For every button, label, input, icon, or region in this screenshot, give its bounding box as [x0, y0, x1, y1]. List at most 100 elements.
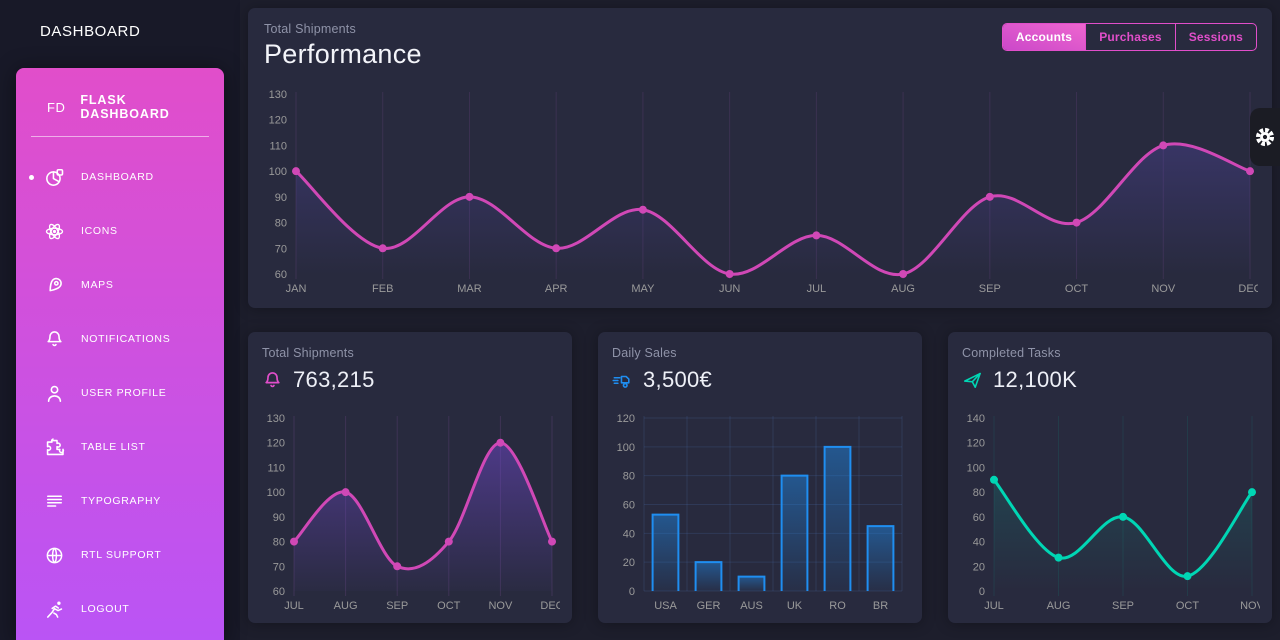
svg-text:JAN: JAN: [286, 283, 307, 295]
bell-icon: [44, 329, 65, 350]
navbar-brand[interactable]: DASHBOARD: [40, 23, 140, 40]
svg-text:JUN: JUN: [719, 283, 740, 295]
svg-text:RO: RO: [829, 600, 846, 612]
paper-plane-icon: [962, 370, 983, 391]
tab-accounts[interactable]: Accounts: [1002, 24, 1086, 50]
sidebar-item-icons[interactable]: ICONS: [16, 204, 224, 258]
completed-tasks-chart: 0 20 40 60 80 100 120 140 JUL AUG SEP OCT NOV: [960, 410, 1265, 615]
svg-text:OCT: OCT: [437, 600, 461, 612]
svg-text:140: 140: [967, 413, 985, 425]
sidebar-item-dashboard[interactable]: DASHBOARD: [16, 150, 224, 204]
svg-text:NOV: NOV: [1151, 283, 1176, 295]
daily-sales-chart: 0 20 40 60 80 100 120 USA GER AUS UK RO BR: [610, 410, 910, 615]
svg-text:90: 90: [273, 512, 285, 524]
performance-chart: 60 70 80 90 100 110 120 130 JAN FEB MAR APR MAY JUN JU…: [262, 86, 1262, 298]
main-content: Total Shipments Performance Accounts Purc…: [240, 0, 1280, 640]
svg-text:70: 70: [275, 243, 287, 255]
svg-text:60: 60: [273, 586, 285, 598]
delivery-fast-icon: [612, 370, 633, 391]
stat-card-title: Completed Tasks: [962, 346, 1061, 360]
performance-tab-group: Accounts Purchases Sessions: [1001, 23, 1257, 51]
completed-tasks-card: Completed Tasks 12,100K 0 20 40 60 80 100 120 1…: [948, 332, 1272, 623]
active-indicator-dot: [29, 174, 34, 180]
svg-text:120: 120: [967, 438, 985, 450]
svg-text:90: 90: [275, 192, 287, 204]
svg-text:OCT: OCT: [1176, 600, 1200, 612]
gear-icon: [1254, 126, 1276, 148]
stat-card-title: Daily Sales: [612, 346, 677, 360]
svg-text:UK: UK: [787, 600, 803, 612]
performance-card: Total Shipments Performance Accounts Purc…: [248, 8, 1272, 308]
sidebar-item-label: TABLE LIST: [81, 441, 146, 453]
sidebar-item-notifications[interactable]: NOTIFICATIONS: [16, 312, 224, 366]
sidebar-item-label: MAPS: [81, 279, 114, 291]
sidebar-item-logout[interactable]: LOGOUT: [16, 582, 224, 636]
sidebar: FD FLASK DASHBOARD DASHBOARD ICONS MAPS NOT…: [16, 68, 224, 640]
svg-text:MAY: MAY: [631, 283, 655, 295]
svg-text:NOV: NOV: [488, 600, 513, 612]
svg-text:110: 110: [269, 140, 287, 152]
svg-text:SEP: SEP: [386, 600, 408, 612]
svg-text:120: 120: [269, 115, 287, 127]
atom-icon: [44, 221, 65, 242]
tab-sessions[interactable]: Sessions: [1174, 24, 1256, 50]
stat-value: 763,215: [293, 367, 375, 392]
svg-text:60: 60: [275, 269, 287, 281]
sidebar-item-label: NOTIFICATIONS: [81, 333, 171, 345]
sidebar-item-typography[interactable]: TYPOGRAPHY: [16, 474, 224, 528]
sidebar-item-maps[interactable]: MAPS: [16, 258, 224, 312]
sidebar-item-label: LOGOUT: [81, 603, 130, 615]
sidebar-logo-initials[interactable]: FD: [47, 100, 65, 115]
svg-text:120: 120: [617, 413, 635, 425]
svg-text:130: 130: [269, 89, 287, 101]
stat-card-title: Total Shipments: [262, 346, 354, 360]
sidebar-header: FD FLASK DASHBOARD: [16, 68, 224, 136]
stat-cards-row: Total Shipments 763,215 60 70 80 90 100 110 12…: [248, 332, 1272, 623]
svg-text:80: 80: [623, 471, 635, 483]
sidebar-item-rtl-support[interactable]: RTL SUPPORT: [16, 528, 224, 582]
svg-text:APR: APR: [545, 283, 568, 295]
sidebar-logo-text[interactable]: FLASK DASHBOARD: [80, 93, 208, 121]
svg-text:SEP: SEP: [979, 283, 1001, 295]
svg-text:JUL: JUL: [807, 283, 827, 295]
svg-text:80: 80: [273, 537, 285, 549]
svg-text:0: 0: [979, 586, 985, 598]
svg-text:BR: BR: [873, 600, 888, 612]
svg-text:20: 20: [623, 557, 635, 569]
daily-sales-card: Daily Sales 3,500€ 0 20 40 60 80 100 120 USA GER…: [598, 332, 922, 623]
svg-text:AUG: AUG: [1047, 600, 1071, 612]
svg-text:0: 0: [629, 586, 635, 598]
pin-icon: [44, 275, 65, 296]
svg-text:JUL: JUL: [284, 600, 304, 612]
sidebar-item-table-list[interactable]: TABLE LIST: [16, 420, 224, 474]
stat-value: 12,100K: [993, 367, 1078, 392]
svg-text:DEC: DEC: [1238, 283, 1258, 295]
sidebar-item-user-profile[interactable]: USER PROFILE: [16, 366, 224, 420]
svg-text:130: 130: [267, 413, 285, 425]
running-man-icon: [44, 599, 65, 620]
tab-purchases[interactable]: Purchases: [1085, 24, 1175, 50]
svg-text:SEP: SEP: [1112, 600, 1134, 612]
svg-text:100: 100: [269, 166, 287, 178]
stat-value: 3,500€: [643, 367, 713, 392]
svg-text:100: 100: [967, 462, 985, 474]
svg-text:100: 100: [267, 487, 285, 499]
svg-text:120: 120: [267, 438, 285, 450]
align-lines-icon: [44, 491, 65, 512]
svg-text:20: 20: [973, 561, 985, 573]
app-root: DASHBOARD FD FLASK DASHBOARD DASHBOARD IC…: [0, 0, 1280, 640]
settings-button[interactable]: [1250, 108, 1280, 166]
svg-text:80: 80: [973, 487, 985, 499]
svg-text:100: 100: [617, 442, 635, 454]
svg-text:60: 60: [623, 500, 635, 512]
sidebar-nav: DASHBOARD ICONS MAPS NOTIFICATIONS USER PROF…: [16, 137, 224, 636]
svg-text:NOV: NOV: [1240, 600, 1260, 612]
sidebar-item-label: USER PROFILE: [81, 387, 167, 399]
svg-text:80: 80: [275, 218, 287, 230]
svg-text:110: 110: [267, 462, 285, 474]
sidebar-rail: DASHBOARD FD FLASK DASHBOARD DASHBOARD IC…: [0, 0, 240, 640]
bell-icon: [262, 370, 283, 391]
svg-text:AUG: AUG: [891, 283, 915, 295]
svg-text:DEC: DEC: [540, 600, 560, 612]
stat-line: 763,215: [262, 367, 558, 393]
